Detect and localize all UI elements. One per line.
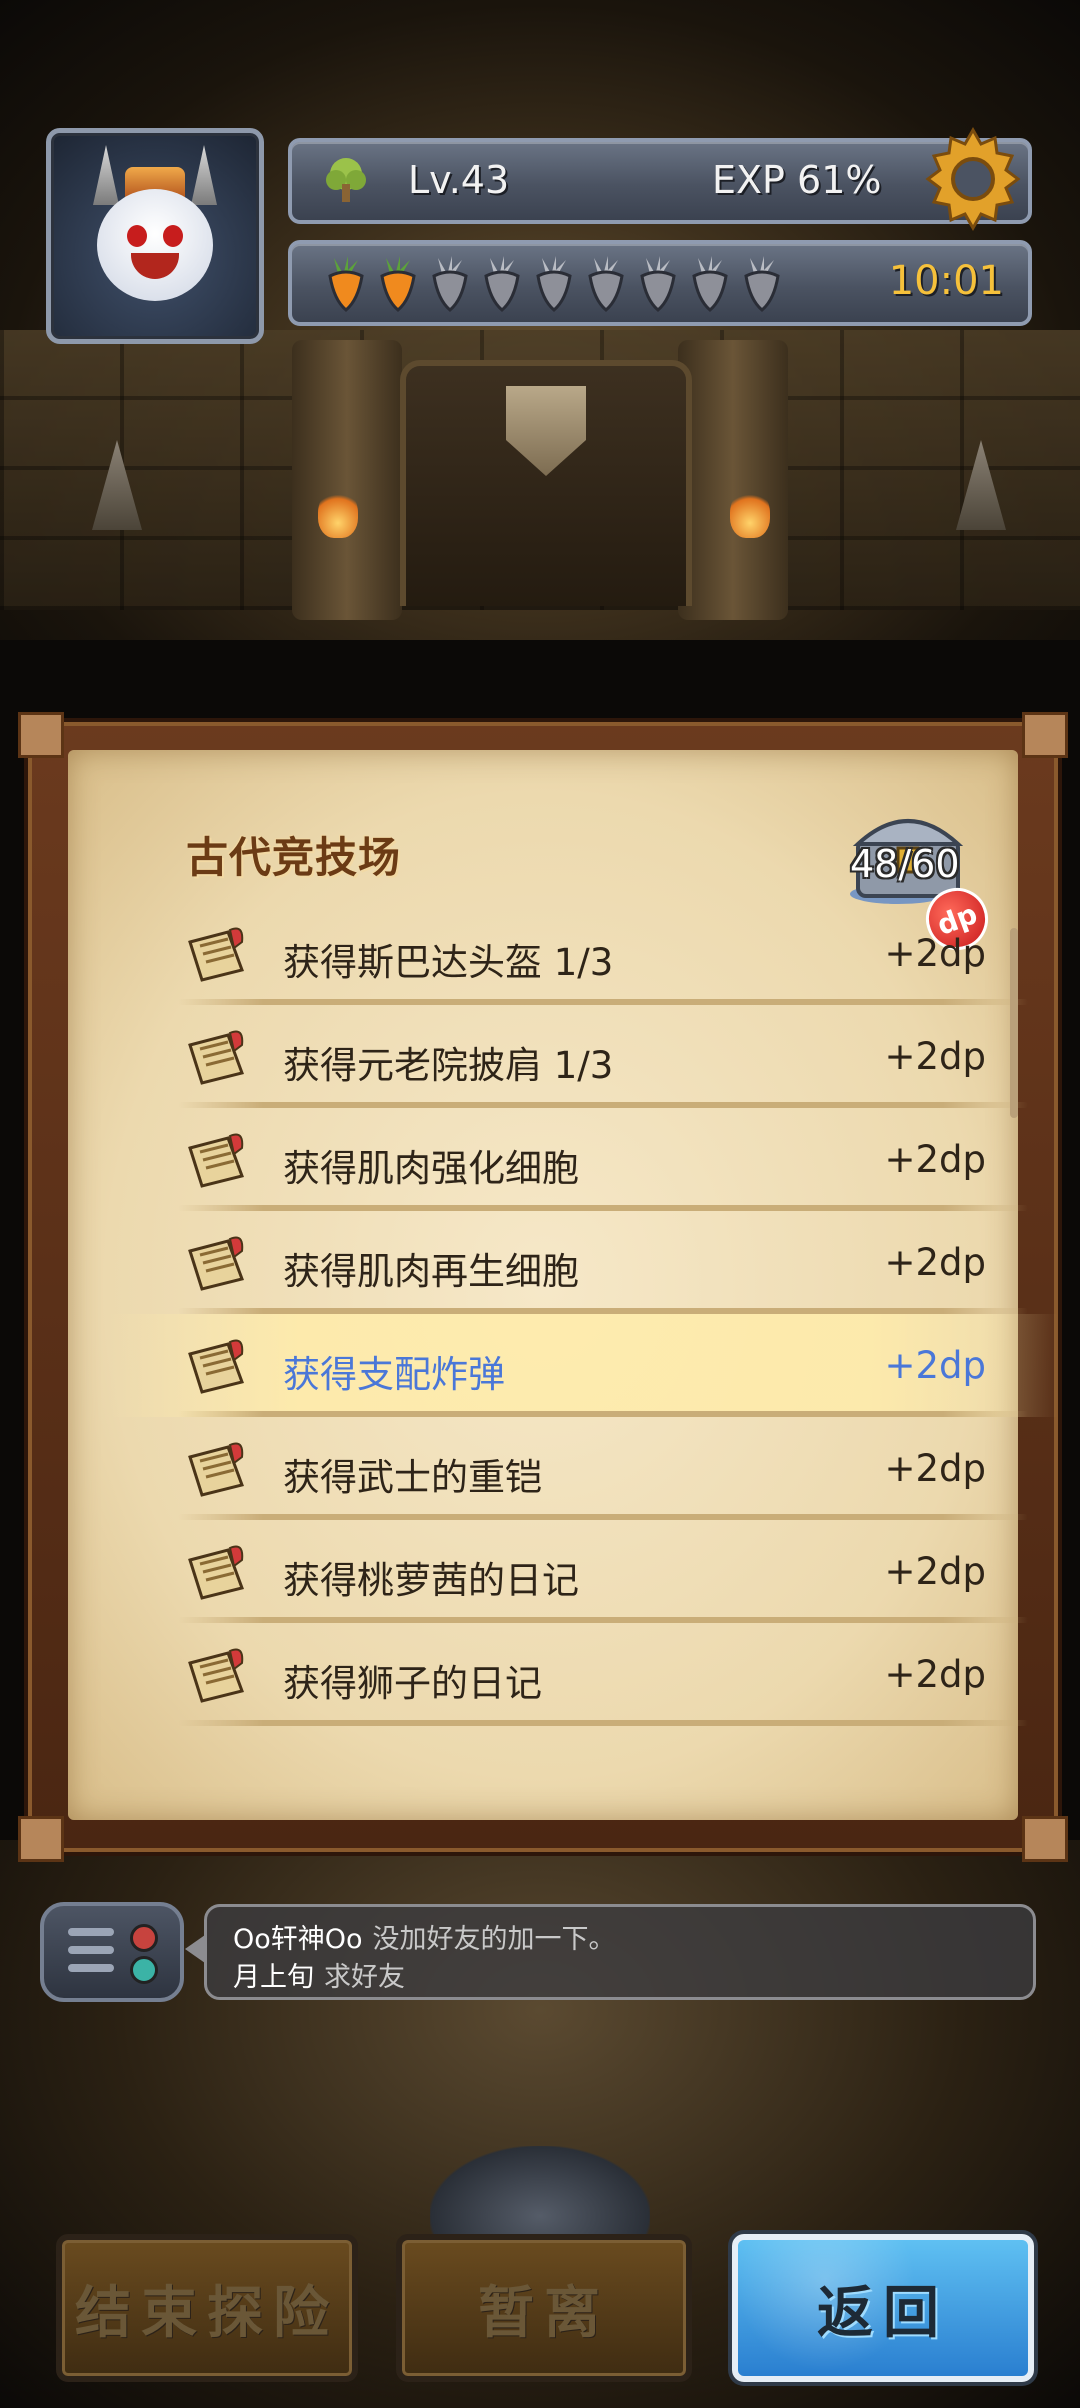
chat-username: 月上旬 xyxy=(233,1962,314,1993)
achievement-row[interactable]: 获得斯巴达头盔 1/3 +2dp xyxy=(108,902,1058,1005)
back-button[interactable]: 返回 xyxy=(732,2234,1034,2382)
achievement-reward: +2dp xyxy=(884,1550,986,1593)
gate-shield-icon xyxy=(506,386,586,476)
achievement-list[interactable]: 获得斯巴达头盔 1/3 +2dp 获得元老院披肩 1/3 +2dp 获得肌肉强化细胞 +2… xyxy=(108,902,1058,1726)
carrot-empty-icon xyxy=(640,256,676,312)
panel-title: 古代竞技场 xyxy=(186,833,402,882)
achievement-row[interactable]: 获得元老院披肩 1/3 +2dp xyxy=(108,1005,1058,1108)
horn-icon xyxy=(191,145,217,205)
carrot-empty-icon xyxy=(744,256,780,312)
chat-radio-button[interactable] xyxy=(40,1902,184,2002)
chat-bubble[interactable]: Oo轩神Oo 没加好友的加一下。 月上旬 求好友 xyxy=(185,1904,1036,2000)
carrot-empty-icon xyxy=(432,256,468,312)
achievement-reward: +2dp xyxy=(884,1241,986,1284)
scrollbar[interactable] xyxy=(1010,928,1018,1118)
avatar-face xyxy=(97,189,213,301)
achievement-row[interactable]: 获得支配炸弹 +2dp xyxy=(108,1314,1058,1417)
torch-flame-icon xyxy=(730,488,770,538)
chat-message: 求好友 xyxy=(324,1962,405,1993)
chat-line: 月上旬 求好友 xyxy=(233,1955,405,1994)
left-pillar xyxy=(292,340,402,620)
achievement-reward: +2dp xyxy=(884,1035,986,1078)
achievement-label: 获得武士的重铠 xyxy=(283,1456,542,1499)
quest-scroll-icon xyxy=(188,1648,244,1703)
player-avatar[interactable] xyxy=(46,128,264,344)
quest-scroll-icon xyxy=(188,1030,244,1085)
carrot-empty-icon xyxy=(588,256,624,312)
quest-scroll-icon xyxy=(188,1236,244,1291)
parchment: 古代竞技场 48/60 dp 获得斯巴达头盔 1/3 +2dp 获得元老院披肩 1/… xyxy=(68,750,1058,1820)
carrot-list xyxy=(320,254,788,312)
quest-scroll-icon xyxy=(188,1442,244,1497)
carrot-empty-icon xyxy=(484,256,520,312)
quest-scroll-icon xyxy=(188,1545,244,1600)
achievement-row[interactable]: 获得肌肉强化细胞 +2dp xyxy=(108,1108,1058,1211)
achievement-label: 获得元老院披肩 1/3 xyxy=(283,1044,614,1087)
carrot-empty-icon xyxy=(692,256,728,312)
achievement-reward: +2dp xyxy=(884,1138,986,1181)
settings-gear-icon[interactable] xyxy=(918,124,1028,234)
chat-username: Oo轩神Oo xyxy=(233,1924,363,1955)
achievement-panel: 古代竞技场 48/60 dp 获得斯巴达头盔 1/3 +2dp 获得元老院披肩 1/… xyxy=(18,712,1068,1862)
achievement-reward: +2dp xyxy=(884,1447,986,1490)
carrot-empty-icon xyxy=(536,256,572,312)
carrot-full-icon xyxy=(380,256,416,312)
quest-scroll-icon xyxy=(188,1133,244,1188)
right-pillar xyxy=(678,340,788,620)
level-text: Lv.43 xyxy=(408,158,510,202)
exp-text: EXP 61% xyxy=(712,158,882,202)
achievement-label: 获得狮子的日记 xyxy=(283,1662,542,1705)
stamina-bar: 10:01 xyxy=(288,240,1032,326)
dungeon-gate xyxy=(400,360,692,606)
achievement-reward: +2dp xyxy=(884,1344,986,1387)
stamina-timer: 10:01 xyxy=(888,258,1004,304)
achievement-row[interactable]: 获得肌肉再生细胞 +2dp xyxy=(108,1211,1058,1314)
achievement-label: 获得肌肉再生细胞 xyxy=(283,1250,579,1293)
achievement-reward: +2dp xyxy=(884,932,986,975)
chest-count: 48/60 xyxy=(850,842,960,886)
carrot-full-icon xyxy=(328,256,364,312)
tree-icon xyxy=(326,158,366,202)
achievement-label: 获得肌肉强化细胞 xyxy=(283,1147,579,1190)
achievement-label: 获得桃萝茜的日记 xyxy=(283,1559,579,1602)
bottom-ornament xyxy=(430,2146,650,2246)
quest-scroll-icon xyxy=(188,1339,244,1394)
chat-message: 没加好友的加一下。 xyxy=(372,1924,616,1955)
quest-scroll-icon xyxy=(188,927,244,982)
achievement-label: 获得支配炸弹 xyxy=(283,1353,505,1396)
torch-flame-icon xyxy=(318,488,358,538)
achievement-row[interactable]: 获得武士的重铠 +2dp xyxy=(108,1417,1058,1520)
achievement-row[interactable]: 获得狮子的日记 +2dp xyxy=(108,1623,1058,1726)
leave-button[interactable]: 暂离 xyxy=(396,2234,692,2382)
achievement-label: 获得斯巴达头盔 1/3 xyxy=(283,941,614,984)
end-explore-button[interactable]: 结束探险 xyxy=(56,2234,358,2382)
row-divider xyxy=(178,1720,1028,1726)
chat-line: Oo轩神Oo 没加好友的加一下。 xyxy=(233,1917,616,1956)
achievement-reward: +2dp xyxy=(884,1653,986,1696)
achievement-row[interactable]: 获得桃萝茜的日记 +2dp xyxy=(108,1520,1058,1623)
horn-icon xyxy=(93,145,119,205)
